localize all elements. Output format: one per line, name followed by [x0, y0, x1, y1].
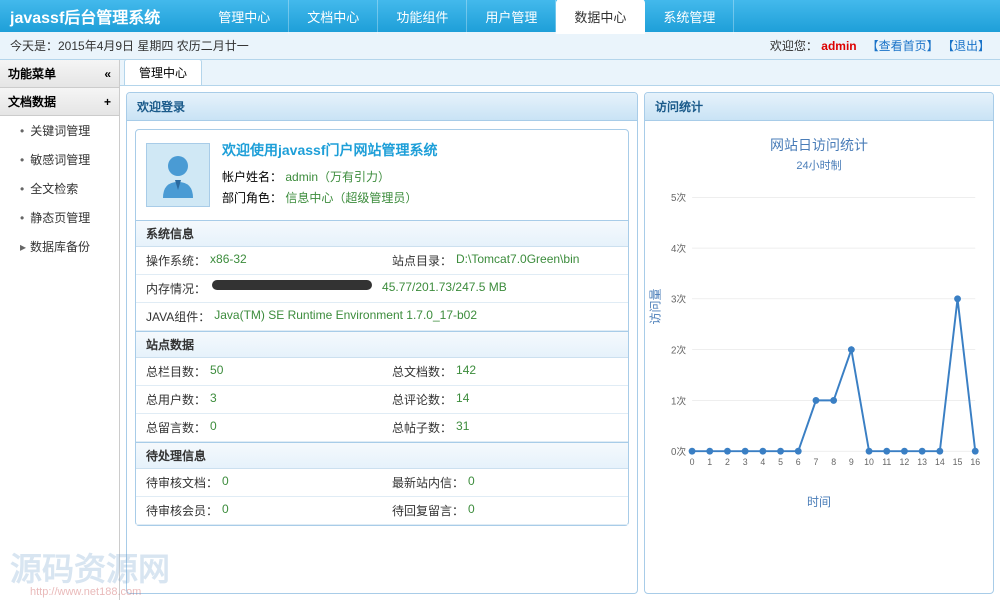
chart-title: 网站日访问统计 [653, 135, 985, 155]
tab-components[interactable]: 功能组件 [378, 0, 467, 34]
sidebar-menu-header: 功能菜单 « [0, 60, 119, 88]
account-value: admin（万有引力） [285, 170, 390, 184]
line-chart: 0次1次2次3次4次5次012345678910111213141516 [653, 179, 985, 489]
sidebar-item-backup[interactable]: 数据库备份 [0, 232, 119, 261]
role-value: 信息中心（超级管理员） [285, 191, 417, 205]
java-label: JAVA组件： [146, 308, 210, 325]
sidebar-section-header[interactable]: 文档数据 + [0, 88, 119, 116]
tab-system[interactable]: 系统管理 [645, 0, 734, 34]
java-value: Java(TM) SE Runtime Environment 1.7.0_17… [214, 308, 477, 325]
svg-text:3: 3 [743, 457, 748, 467]
svg-text:14: 14 [935, 457, 945, 467]
info-row: 总帖子数：31 [382, 414, 628, 442]
svg-text:6: 6 [796, 457, 801, 467]
svg-text:10: 10 [864, 457, 874, 467]
logout-link[interactable]: 【退出】 [942, 39, 990, 53]
svg-text:7: 7 [814, 457, 819, 467]
sidebar-item-sensitive[interactable]: 敏感词管理 [0, 145, 119, 174]
info-row: 总文档数：142 [382, 358, 628, 386]
info-row: 待审核文档：0 [136, 469, 382, 497]
info-row: 总留言数：0 [136, 414, 382, 442]
mem-value: 45.77/201.73/247.5 MB [382, 280, 507, 297]
tab-data-center[interactable]: 数据中心 [556, 0, 645, 34]
svg-text:3次: 3次 [671, 293, 686, 306]
os-value: x86-32 [210, 252, 247, 269]
mem-label: 内存情况： [146, 280, 206, 297]
sidebar-item-static[interactable]: 静态页管理 [0, 203, 119, 232]
user-icon [153, 150, 203, 200]
avatar [146, 143, 210, 207]
svg-text:9: 9 [849, 457, 854, 467]
sitedata-title: 站点数据 [136, 331, 628, 358]
sidebar-menu-title: 功能菜单 [8, 65, 56, 82]
info-row: 待回复留言：0 [382, 497, 628, 525]
app-logo: javassf后台管理系统 [10, 4, 160, 28]
pending-title: 待处理信息 [136, 442, 628, 469]
info-row: 总栏目数：50 [136, 358, 382, 386]
svg-text:2次: 2次 [671, 344, 686, 357]
svg-text:8: 8 [831, 457, 836, 467]
svg-text:12: 12 [900, 457, 910, 467]
tab-documents[interactable]: 文档中心 [289, 0, 378, 34]
sidebar: 功能菜单 « 文档数据 + 关键词管理 敏感词管理 全文检索 静态页管理 数据库… [0, 60, 120, 600]
mem-progress [212, 280, 372, 290]
header: javassf后台管理系统 管理中心 文档中心 功能组件 用户管理 数据中心 系… [0, 0, 1000, 32]
sidebar-item-keywords[interactable]: 关键词管理 [0, 116, 119, 145]
welcome-panel: 欢迎登录 欢迎使用javass [126, 92, 638, 594]
view-home-link[interactable]: 【查看首页】 [867, 39, 939, 53]
svg-text:1次: 1次 [671, 394, 686, 407]
sidebar-item-fulltext[interactable]: 全文检索 [0, 174, 119, 203]
svg-text:0次: 0次 [671, 445, 686, 458]
subheader: 今天是：2015年4月9日 星期四 农历二月廿一 欢迎您： admin 【查看首… [0, 32, 1000, 60]
chart-subtitle: 24小时制 [653, 157, 985, 173]
welcome-label: 欢迎您： [770, 39, 818, 53]
info-row: 待审核会员：0 [136, 497, 382, 525]
content-tab-management[interactable]: 管理中心 [124, 59, 202, 85]
stats-panel: 访问统计 网站日访问统计 24小时制 访问量 0次1次2次3次4次5次01234… [644, 92, 994, 594]
main-area: 管理中心 欢迎登录 [120, 60, 1000, 600]
x-axis-label: 时间 [653, 493, 985, 510]
svg-text:1: 1 [707, 457, 712, 467]
sidebar-section-title: 文档数据 [8, 93, 56, 110]
welcome-heading: 欢迎使用javassf门户网站管理系统 [222, 140, 437, 160]
dir-label: 站点目录： [392, 252, 452, 269]
svg-text:4次: 4次 [671, 242, 686, 255]
welcome-box: 欢迎使用javassf门户网站管理系统 帐户姓名： admin（万有引力） 部门… [135, 129, 629, 526]
current-user: admin [821, 39, 856, 53]
expand-icon[interactable]: + [104, 95, 111, 109]
info-row: 最新站内信：0 [382, 469, 628, 497]
chart-area: 访问量 0次1次2次3次4次5次012345678910111213141516 [653, 179, 985, 489]
os-label: 操作系统： [146, 252, 206, 269]
stats-panel-title: 访问统计 [645, 93, 993, 121]
svg-text:11: 11 [882, 457, 891, 467]
svg-text:13: 13 [917, 457, 927, 467]
svg-text:16: 16 [970, 457, 980, 467]
role-label: 部门角色： [222, 191, 282, 205]
date-display: 今天是：2015年4月9日 星期四 农历二月廿一 [10, 37, 249, 54]
nav-tabs: 管理中心 文档中心 功能组件 用户管理 数据中心 系统管理 [200, 0, 734, 34]
y-axis-label: 访问量 [647, 288, 664, 324]
info-row: 总评论数：14 [382, 386, 628, 414]
dir-value: D:\Tomcat7.0Green\bin [456, 252, 579, 269]
user-area: 欢迎您： admin 【查看首页】 【退出】 [770, 37, 990, 54]
tab-users[interactable]: 用户管理 [467, 0, 556, 34]
svg-text:5次: 5次 [671, 191, 686, 204]
svg-text:4: 4 [760, 457, 765, 467]
sysinfo-title: 系统信息 [136, 220, 628, 247]
account-label: 帐户姓名： [222, 170, 282, 184]
svg-text:5: 5 [778, 457, 783, 467]
collapse-icon[interactable]: « [104, 67, 111, 81]
welcome-panel-title: 欢迎登录 [127, 93, 637, 121]
info-row: 总用户数：3 [136, 386, 382, 414]
content-tab-strip: 管理中心 [120, 60, 1000, 86]
svg-text:15: 15 [953, 457, 963, 467]
tab-management[interactable]: 管理中心 [200, 0, 289, 34]
svg-text:2: 2 [725, 457, 730, 467]
svg-text:0: 0 [690, 457, 695, 467]
